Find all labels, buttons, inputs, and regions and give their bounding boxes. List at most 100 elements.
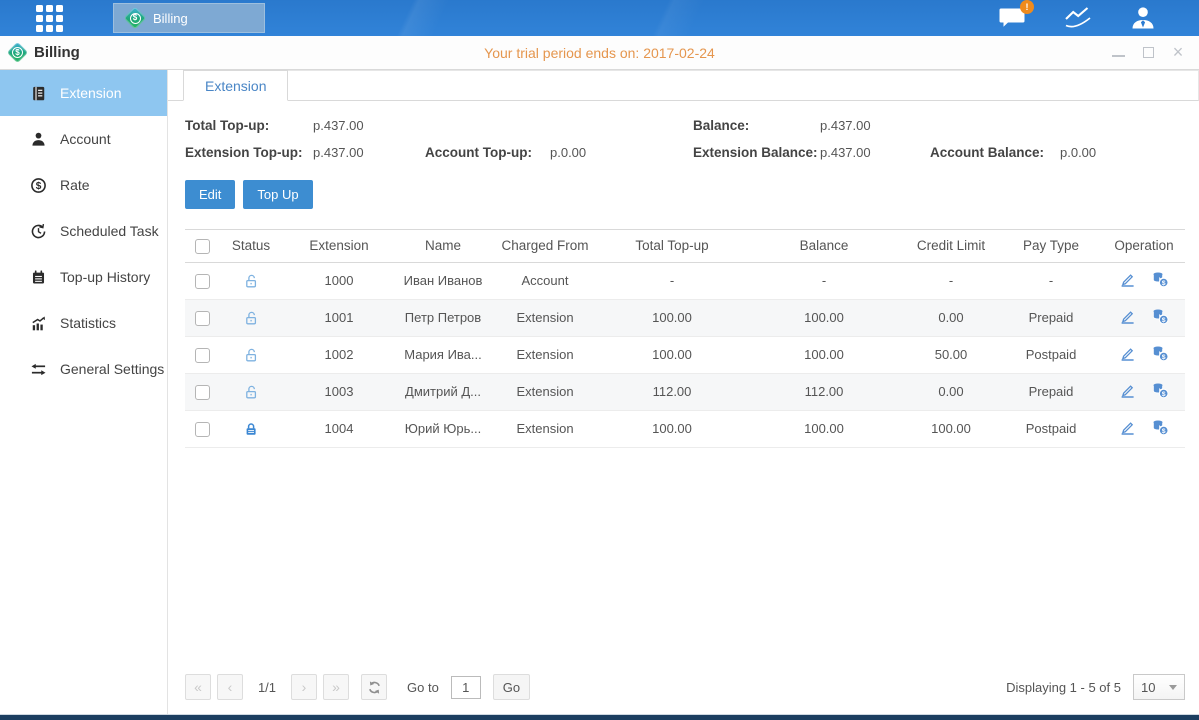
cell-charged-from: Extension [491, 336, 599, 373]
go-button[interactable]: Go [493, 674, 530, 700]
sidebar-item-account[interactable]: Account [0, 116, 167, 162]
cell-total-topup: 100.00 [599, 410, 745, 447]
topup-icon[interactable]: $ [1151, 345, 1169, 362]
table-body: 1000Иван ИвановAccount----$1001Петр Петр… [185, 262, 1185, 447]
table-row: 1004Юрий Юрь...Extension100.00100.00100.… [185, 410, 1185, 447]
topup-icon[interactable]: $ [1151, 308, 1169, 325]
window-title-group: $ Billing [10, 44, 80, 61]
cell-name: Иван Иванов [395, 262, 491, 299]
topup-icon[interactable]: $ [1151, 271, 1169, 288]
scheduled-task-icon [30, 223, 47, 240]
column-header-charged-from: Charged From [491, 230, 599, 263]
table-header-row: StatusExtensionNameCharged FromTotal Top… [185, 230, 1185, 263]
goto-page-input[interactable] [451, 676, 481, 699]
table-row: 1000Иван ИвановAccount----$ [185, 262, 1185, 299]
lock-open-icon [243, 310, 259, 326]
account-topup-value: p.0.00 [550, 145, 693, 160]
row-checkbox[interactable] [195, 348, 210, 363]
cell-pay-type: Postpaid [999, 410, 1103, 447]
last-page-button[interactable]: » [323, 674, 349, 700]
app-launcher-icon[interactable] [36, 5, 63, 32]
row-checkbox[interactable] [195, 274, 210, 289]
svg-text:$: $ [1162, 428, 1166, 435]
edit-icon[interactable] [1119, 419, 1136, 436]
page-size-value: 10 [1141, 680, 1155, 695]
column-header-total-top-up: Total Top-up [599, 230, 745, 263]
column-header-extension: Extension [283, 230, 395, 263]
row-checkbox[interactable] [195, 311, 210, 326]
first-page-button[interactable]: « [185, 674, 211, 700]
minimize-button[interactable] [1111, 46, 1125, 60]
edit-icon[interactable] [1119, 382, 1136, 399]
refresh-button[interactable] [361, 674, 387, 700]
cell-extension: 1004 [283, 410, 395, 447]
extension-icon [30, 85, 47, 102]
cell-pay-type: Prepaid [999, 373, 1103, 410]
maximize-button[interactable] [1141, 46, 1155, 60]
sidebar-item-scheduled-task[interactable]: Scheduled Task [0, 208, 167, 254]
window-body: ExtensionAccount$RateScheduled TaskTop-u… [0, 70, 1199, 714]
sidebar-item-extension[interactable]: Extension [0, 70, 167, 116]
cell-pay-type: Postpaid [999, 336, 1103, 373]
cell-credit-limit: - [903, 262, 999, 299]
tab-strip: Extension [168, 70, 1199, 101]
statistics-monitor-icon[interactable] [1063, 5, 1093, 31]
cell-balance: 112.00 [745, 373, 903, 410]
sidebar-item-top-up-history[interactable]: Top-up History [0, 254, 167, 300]
column-header-credit-limit: Credit Limit [903, 230, 999, 263]
cell-name: Петр Петров [395, 299, 491, 336]
goto-label: Go to [407, 680, 439, 695]
row-checkbox[interactable] [195, 385, 210, 400]
sidebar-item-label: General Settings [60, 361, 164, 377]
cell-total-topup: 112.00 [599, 373, 745, 410]
cell-name: Юрий Юрь... [395, 410, 491, 447]
select-all-checkbox[interactable] [195, 239, 210, 254]
desktop-edge-strip [0, 714, 1199, 720]
next-page-button[interactable]: › [291, 674, 317, 700]
svg-text:$: $ [36, 180, 42, 191]
row-checkbox[interactable] [195, 422, 210, 437]
close-button[interactable]: × [1171, 46, 1185, 60]
balance-label: Balance: [693, 118, 820, 133]
topup-icon[interactable]: $ [1151, 419, 1169, 436]
table-row: 1003Дмитрий Д...Extension112.00112.000.0… [185, 373, 1185, 410]
svg-text:$: $ [1162, 391, 1166, 398]
window-titlebar: $ Billing Your trial period ends on: 201… [0, 36, 1199, 70]
refresh-icon [367, 680, 382, 695]
toolbar: Edit Top Up [185, 180, 1199, 209]
main-panel: Extension Total Top-up: p.437.00 Balance… [168, 70, 1199, 714]
window-title: Billing [34, 44, 80, 61]
tab-extension[interactable]: Extension [183, 70, 288, 101]
topup-icon[interactable]: $ [1151, 382, 1169, 399]
page-size-select[interactable]: 10 [1133, 674, 1185, 700]
svg-text:$: $ [1162, 317, 1166, 324]
user-account-icon[interactable] [1129, 5, 1157, 31]
lock-closed-icon [243, 421, 259, 437]
sidebar-item-rate[interactable]: $Rate [0, 162, 167, 208]
edit-icon[interactable] [1119, 308, 1136, 325]
sidebar-item-general-settings[interactable]: General Settings [0, 346, 167, 392]
sidebar-item-label: Statistics [60, 315, 116, 331]
cell-pay-type: Prepaid [999, 299, 1103, 336]
notifications-icon[interactable]: ! [997, 5, 1027, 31]
pagination-bar: « ‹ 1/1 › » Go to Go Displaying 1 - 5 of… [168, 666, 1199, 714]
taskbar-tab-label: Billing [153, 11, 188, 26]
page-indicator: 1/1 [249, 680, 285, 695]
cell-name: Дмитрий Д... [395, 373, 491, 410]
cell-charged-from: Extension [491, 373, 599, 410]
cell-total-topup: 100.00 [599, 336, 745, 373]
edit-icon[interactable] [1119, 345, 1136, 362]
cell-total-topup: - [599, 262, 745, 299]
column-header-pay-type: Pay Type [999, 230, 1103, 263]
desktop-topbar: $ Billing ! [0, 0, 1199, 36]
cell-charged-from: Extension [491, 299, 599, 336]
edit-icon[interactable] [1119, 271, 1136, 288]
taskbar-tab-billing[interactable]: $ Billing [113, 3, 265, 33]
top-up-button[interactable]: Top Up [243, 180, 312, 209]
sidebar-item-statistics[interactable]: Statistics [0, 300, 167, 346]
billing-app-icon: $ [124, 7, 147, 30]
previous-page-button[interactable]: ‹ [217, 674, 243, 700]
account-topup-label: Account Top-up: [425, 145, 550, 160]
edit-button[interactable]: Edit [185, 180, 235, 209]
account-balance-label: Account Balance: [930, 145, 1060, 160]
